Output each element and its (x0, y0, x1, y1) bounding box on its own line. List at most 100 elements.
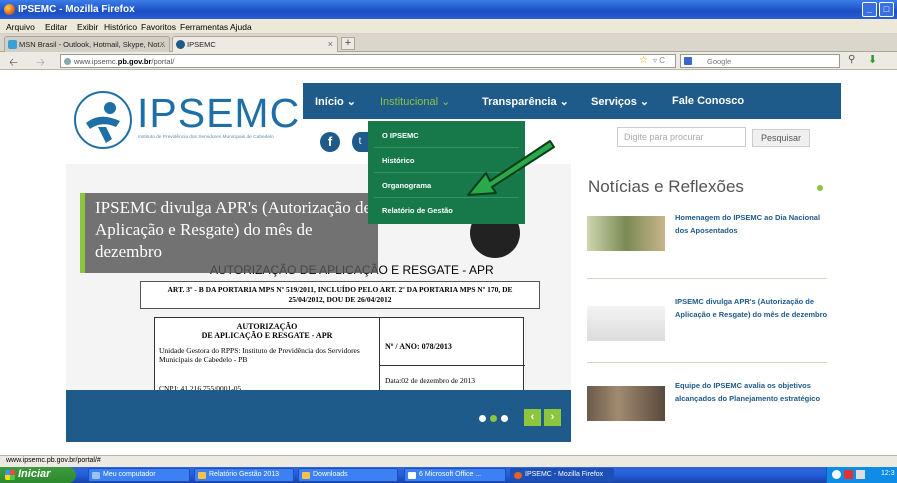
site-search-input[interactable]: Digite para procurar (617, 127, 746, 147)
slide-caption[interactable]: IPSEMC divulga APR's (Autorização de Apl… (80, 193, 378, 273)
document-table-title-2: DE APLICAÇÃO E RESGATE - APR (201, 331, 333, 340)
start-button[interactable]: Iniciar (0, 467, 76, 483)
taskbar-label: IPSEMC - Mozilla Firefox (525, 471, 604, 478)
download-icon[interactable]: ⬇ (868, 53, 877, 66)
nav-fale-conosco[interactable]: Fale Conosco (672, 95, 744, 107)
search-icon[interactable]: ⚲ (848, 54, 855, 65)
slider-dot-3[interactable] (501, 415, 508, 422)
office-icon (408, 472, 416, 479)
firefox-icon (4, 4, 15, 15)
search-placeholder: Google (707, 57, 732, 66)
close-icon[interactable]: × (160, 39, 165, 49)
bookmark-star-icon[interactable]: ☆ (639, 55, 648, 66)
folder-icon (302, 472, 310, 479)
globe-icon (64, 58, 71, 65)
windows-taskbar: Iniciar Meu computador Relatório Gestão … (0, 467, 897, 483)
menu-favoritos[interactable]: Favoritos (141, 22, 176, 32)
tray-icon[interactable] (832, 470, 841, 479)
slider-controls: ‹ › (66, 390, 571, 442)
taskbar-label: 6 Microsoft Office ... (419, 471, 482, 478)
google-icon (684, 57, 692, 65)
navigation-toolbar: 🡠 🡢 www.ipsemc.pb.gov.br/portal/ ☆ ▿ C G… (0, 52, 897, 70)
site-search-button[interactable]: Pesquisar (752, 129, 810, 147)
status-bar: www.ipsemc.pb.gov.br/portal/# (0, 455, 897, 467)
tab-msn[interactable]: MSN Brasil - Outlook, Hotmail, Skype, No… (4, 36, 170, 52)
dropdown-o-ipsemc[interactable]: O IPSEMC (382, 131, 419, 140)
url-domain: pb.gov.br (117, 57, 152, 66)
new-tab-button[interactable]: + (341, 37, 355, 50)
folder-icon (198, 472, 206, 479)
menu-ajuda[interactable]: Ajuda (230, 22, 252, 32)
taskbar-label: Relatório Gestão 2013 (209, 471, 280, 478)
slider-next-button[interactable]: › (544, 409, 561, 426)
dropdown-historico[interactable]: Histórico (382, 156, 415, 165)
start-label: Iniciar (18, 468, 51, 480)
document-table-title-1: AUTORIZAÇÃO (236, 322, 298, 331)
menu-bar: Arquivo Editar Exibir Histórico Favorito… (0, 19, 897, 34)
site-logo-text[interactable]: IPSEMC (137, 90, 300, 137)
slider-dot-1[interactable] (479, 415, 486, 422)
document-date: Data:02 de dezembro de 2013 (385, 376, 475, 385)
annotation-arrow-icon (467, 140, 555, 196)
document-unit: Unidade Gestora do RPPS: Instituto de Pr… (159, 346, 360, 364)
menu-ferramentas[interactable]: Ferramentas (180, 22, 228, 32)
window-title: IPSEMC - Mozilla Firefox (18, 4, 135, 15)
taskbar-item-office[interactable]: 6 Microsoft Office ... (404, 468, 506, 482)
nav-servicos[interactable]: Serviços ⌄ (591, 95, 649, 108)
web-page: IPSEMC Instituto de Previdência dos Serv… (0, 70, 897, 453)
reload-icon[interactable]: ▿ C (653, 56, 665, 65)
browser-search-input[interactable]: Google (680, 54, 840, 68)
system-tray: 12:3 (826, 467, 897, 483)
news-divider (587, 278, 827, 279)
ipsemc-favicon (176, 40, 185, 49)
close-icon[interactable]: × (328, 39, 333, 49)
news-thumbnail-3[interactable] (587, 386, 665, 421)
slider-prev-button[interactable]: ‹ (524, 409, 541, 426)
dropdown-relatorio-de-gestao[interactable]: Relatório de Gestão (382, 206, 453, 215)
news-item-1[interactable]: Homenagem do IPSEMC ao Dia Nacional dos … (675, 211, 830, 237)
dropdown-organograma[interactable]: Organograma (382, 181, 431, 190)
document-table: AUTORIZAÇÃO DE APLICAÇÃO E RESGATE - APR… (154, 317, 525, 397)
url-path: /portal/ (151, 57, 175, 66)
taskbar-item-downloads[interactable]: Downloads (298, 468, 398, 482)
tray-icon[interactable] (856, 470, 865, 479)
document-number: Nº / ANO: 078/2013 (385, 342, 452, 351)
ipsemc-logo-icon[interactable] (74, 91, 132, 149)
news-dot-icon (817, 185, 823, 191)
nav-inicio[interactable]: Início ⌄ (315, 95, 356, 108)
menu-editar[interactable]: Editar (45, 22, 67, 32)
windows-flag-icon (5, 470, 15, 480)
nav-institucional[interactable]: Institucional ⌄ (380, 95, 450, 108)
news-item-2[interactable]: IPSEMC divulga APR's (Autorização de Apl… (675, 295, 830, 321)
table-divider (379, 318, 380, 396)
facebook-icon[interactable]: f (320, 132, 340, 152)
document-article: ART. 3º - B DA PORTARIA MPS Nº 519/2011,… (140, 281, 540, 309)
taskbar-label: Meu computador (103, 471, 156, 478)
window-titlebar: IPSEMC - Mozilla Firefox _ □ (0, 0, 897, 19)
firefox-icon (514, 472, 522, 479)
tab-label: IPSEMC (187, 40, 216, 49)
tab-label: MSN Brasil - Outlook, Hotmail, Skype, No… (19, 40, 166, 49)
site-main-nav: Início ⌄ Institucional ⌄ Transparência ⌄… (303, 83, 841, 119)
msn-icon (8, 40, 17, 49)
address-bar[interactable]: www.ipsemc.pb.gov.br/portal/ ☆ ▿ C (60, 54, 676, 68)
nav-transparencia[interactable]: Transparência ⌄ (482, 95, 569, 108)
maximize-button[interactable]: □ (879, 2, 894, 17)
twitter-icon[interactable]: t (352, 132, 368, 152)
news-section-title: Notícias e Reflexões (588, 177, 744, 196)
tray-icon[interactable] (844, 470, 853, 479)
menu-arquivo[interactable]: Arquivo (6, 22, 35, 32)
news-item-3[interactable]: Equipe do IPSEMC avalia os objetivos alc… (675, 379, 830, 405)
taskbar-item-meu-computador[interactable]: Meu computador (88, 468, 190, 482)
taskbar-item-relatorio[interactable]: Relatório Gestão 2013 (194, 468, 294, 482)
tab-ipsemc[interactable]: IPSEMC × (172, 36, 338, 52)
minimize-button[interactable]: _ (862, 2, 877, 17)
news-thumbnail-2[interactable] (587, 306, 665, 341)
news-divider (587, 362, 827, 363)
slider-dot-2[interactable] (490, 415, 497, 422)
news-thumbnail-1[interactable] (587, 216, 665, 251)
taskbar-item-firefox[interactable]: IPSEMC - Mozilla Firefox (510, 468, 614, 482)
menu-historico[interactable]: Histórico (104, 22, 137, 32)
computer-icon (92, 472, 100, 479)
menu-exibir[interactable]: Exibir (77, 22, 98, 32)
